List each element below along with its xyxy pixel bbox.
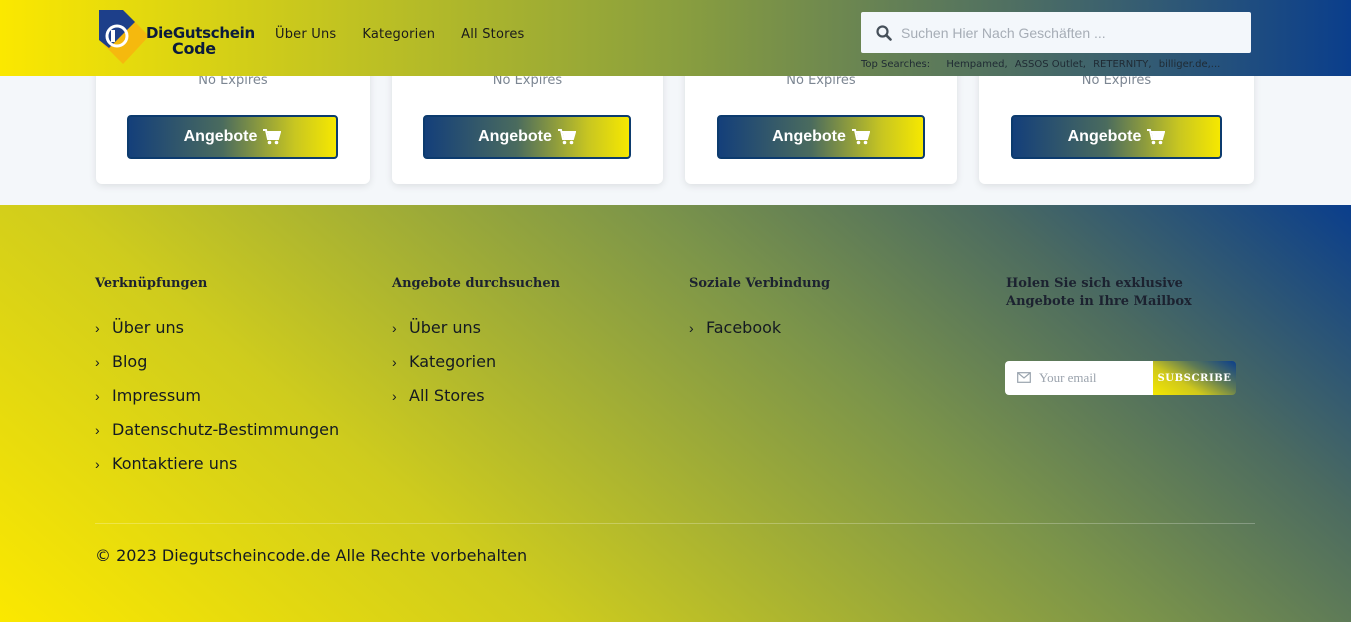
coupon-card: No Expires Angebote xyxy=(392,60,663,184)
search-icon[interactable] xyxy=(876,25,892,41)
logo-wordmark: DieGutschein Code xyxy=(146,25,255,57)
top-search-link[interactable]: ASSOS Outlet, xyxy=(1015,59,1086,70)
footer-link-item: › Über uns xyxy=(95,318,339,352)
main-nav: Über Uns Kategorien All Stores xyxy=(275,27,525,42)
site-footer: Verknüpfungen › Über uns › Blog › Impressum… xyxy=(0,205,1351,622)
footer-link-uber-uns[interactable]: Über uns xyxy=(112,318,184,338)
email-input[interactable] xyxy=(1039,361,1151,395)
email-field-wrap xyxy=(1005,361,1153,395)
chevron-right-icon: › xyxy=(95,456,100,472)
footer-link-impressum[interactable]: Impressum xyxy=(112,386,201,406)
footer-link-item: › Datenschutz-Bestimmungen xyxy=(95,420,339,454)
footer-link-item: › Über uns xyxy=(392,318,496,352)
chevron-right-icon: › xyxy=(689,320,694,336)
footer-col-title-links: Verknüpfungen xyxy=(95,276,208,291)
envelope-icon xyxy=(1017,372,1031,383)
footer-link-item: › Blog xyxy=(95,352,339,386)
top-searches: Top Searches: Hempamed, ASSOS Outlet, RE… xyxy=(861,59,1220,70)
nav-link-all-stores[interactable]: All Stores xyxy=(461,27,524,42)
footer-link-all-stores[interactable]: All Stores xyxy=(409,386,485,406)
deal-button-label: Angebote xyxy=(1067,128,1142,145)
footer-link-item: › Kategorien xyxy=(392,352,496,386)
footer-browse-list: › Über uns › Kategorien › All Stores xyxy=(392,318,496,420)
coupon-card: No Expires Angebote xyxy=(685,60,957,184)
subscribe-button[interactable]: SUBSCRIBE xyxy=(1153,361,1236,395)
shopping-cart-icon xyxy=(1147,129,1166,145)
search-input[interactable] xyxy=(901,12,1241,53)
top-search-link[interactable]: RETERNITY, xyxy=(1093,59,1151,70)
store-search xyxy=(861,12,1251,53)
chevron-right-icon: › xyxy=(95,354,100,370)
logo-mark-icon xyxy=(99,10,149,64)
chevron-right-icon: › xyxy=(95,388,100,404)
footer-link-datenschutz[interactable]: Datenschutz-Bestimmungen xyxy=(112,420,339,440)
chevron-right-icon: › xyxy=(392,388,397,404)
top-search-link[interactable]: Hempamed, xyxy=(946,59,1007,70)
footer-link-item: › Kontaktiere uns xyxy=(95,454,339,488)
deal-button-label: Angebote xyxy=(772,128,846,145)
deal-button-label: Angebote xyxy=(183,128,258,145)
footer-link-uber-uns[interactable]: Über uns xyxy=(409,318,481,338)
chevron-right-icon: › xyxy=(95,320,100,336)
deal-button[interactable]: Angebote xyxy=(717,115,925,159)
chevron-right-icon: › xyxy=(95,422,100,438)
footer-col-title-browse: Angebote durchsuchen xyxy=(392,276,561,291)
footer-col-title-newsletter: Holen Sie sich exklusive Angebote in Ihr… xyxy=(1006,276,1192,309)
top-searches-label: Top Searches: xyxy=(861,59,931,70)
logo-line-2: Code xyxy=(172,39,216,58)
site-logo[interactable]: DieGutschein Code xyxy=(95,8,257,66)
shopping-cart-icon xyxy=(851,129,870,145)
footer-link-item: › Impressum xyxy=(95,386,339,420)
footer-social-list: › Facebook xyxy=(689,318,781,352)
coupon-card: No Expires Angebote xyxy=(96,60,370,184)
newsletter-form: SUBSCRIBE xyxy=(1005,361,1236,395)
chevron-right-icon: › xyxy=(392,354,397,370)
footer-link-item: › All Stores xyxy=(392,386,496,420)
chevron-right-icon: › xyxy=(392,320,397,336)
shopping-cart-icon xyxy=(263,129,282,145)
footer-links-list: › Über uns › Blog › Impressum › Datenschutz-… xyxy=(95,318,339,488)
footer-link-blog[interactable]: Blog xyxy=(112,352,147,372)
footer-link-item: › Facebook xyxy=(689,318,781,352)
deal-button-label: Angebote xyxy=(478,128,552,145)
footer-link-facebook[interactable]: Facebook xyxy=(706,318,781,338)
nav-link-kategorien[interactable]: Kategorien xyxy=(362,27,435,42)
footer-divider xyxy=(95,523,1255,524)
footer-col-title-social: Soziale Verbindung xyxy=(689,276,831,291)
deal-button[interactable]: Angebote xyxy=(127,115,338,159)
top-search-link[interactable]: billiger.de,... xyxy=(1159,59,1221,70)
coupon-card: No Expires Angebote xyxy=(979,60,1254,184)
copyright-text: © 2023 Diegutscheincode.de Alle Rechte v… xyxy=(95,546,528,565)
deal-button[interactable]: Angebote xyxy=(1011,115,1222,159)
footer-link-kontakt[interactable]: Kontaktiere uns xyxy=(112,454,237,474)
footer-link-kategorien[interactable]: Kategorien xyxy=(409,352,496,372)
shopping-cart-icon xyxy=(557,129,576,145)
nav-link-uber-uns[interactable]: Über Uns xyxy=(275,27,336,42)
site-header: DieGutschein Code Über Uns Kategorien Al… xyxy=(0,0,1351,76)
deal-button[interactable]: Angebote xyxy=(423,115,631,159)
